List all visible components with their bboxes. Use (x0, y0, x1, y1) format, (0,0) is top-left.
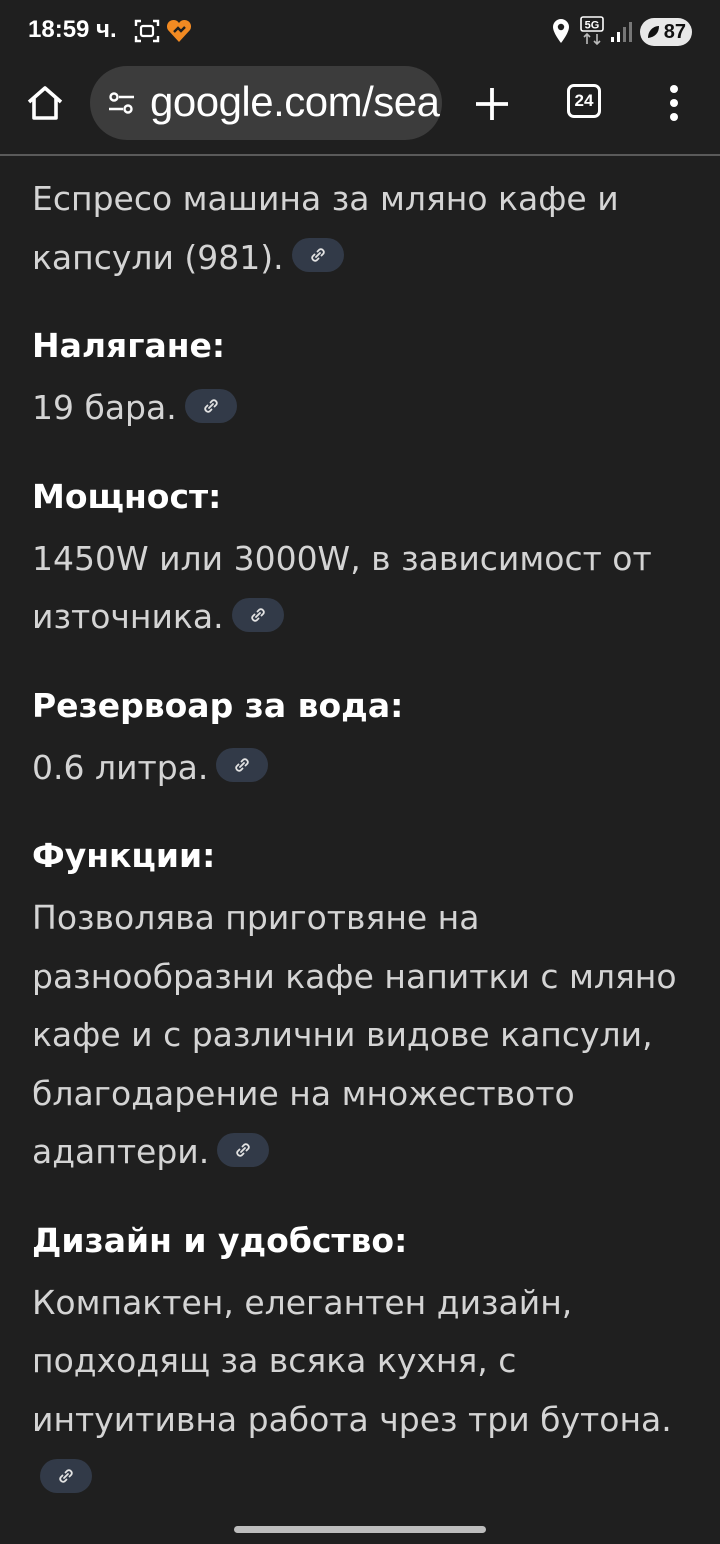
svg-text:5G: 5G (585, 20, 600, 32)
signal-icon (610, 22, 632, 48)
link-icon (310, 248, 325, 262)
section-heading-pressure: Налягане: (32, 326, 226, 365)
url-text[interactable]: google.com/search (150, 78, 442, 126)
section-text-power: 1450W или 3000W, в зависимост от източни… (32, 530, 692, 647)
link-icon (59, 1468, 73, 1483)
section-text-water-tank: 0.6 литра. (32, 739, 692, 798)
source-link-button[interactable] (231, 597, 284, 632)
link-icon (204, 398, 218, 413)
section-text-functions: Позволява приготвяне на разнообразни каф… (32, 889, 692, 1182)
section-text-value: Компактен, елегантен дизайн, подходящ за… (32, 1282, 672, 1439)
battery-level: 87 (663, 20, 686, 43)
section-text-value: 0.6 литра. (32, 747, 209, 787)
more-menu-icon[interactable] (664, 82, 684, 124)
status-bar: 18:59 ч. 5G 87 (0, 0, 720, 64)
location-icon (551, 18, 571, 50)
battery-icon: 87 (640, 18, 692, 46)
new-tab-icon[interactable] (472, 84, 512, 124)
link-icon (235, 758, 250, 772)
section-text-pressure: 19 бара. (32, 379, 692, 438)
home-icon[interactable] (24, 82, 66, 124)
tab-count: 24 (574, 91, 594, 110)
section-text-value: 1450W или 3000W, в зависимост от източни… (32, 538, 652, 637)
network-5g-icon: 5G (580, 16, 606, 50)
source-link-button[interactable] (291, 238, 344, 272)
address-bar[interactable]: google.com/search (90, 66, 442, 140)
section-text-design: Компактен, елегантен дизайн, подходящ за… (32, 1274, 692, 1508)
intro-text: Еспресо машина за мляно кафе и капсули (… (32, 170, 692, 287)
source-link-button[interactable] (216, 748, 269, 782)
section-heading-design: Дизайн и удобство: (32, 1220, 408, 1260)
source-link-button[interactable] (40, 1458, 92, 1493)
link-icon (250, 607, 265, 622)
tabs-icon[interactable]: 24 (567, 84, 601, 118)
source-link-button[interactable] (184, 388, 237, 423)
status-time: 18:59 ч. (28, 16, 117, 43)
section-heading-functions: Функции: (32, 836, 216, 875)
section-heading-power: Мощност: (32, 476, 222, 516)
screenshot-icon (134, 18, 160, 48)
section-text-value: 19 бара. (32, 388, 177, 427)
link-icon (236, 1142, 250, 1157)
section-heading-water-tank: Резервоар за вода: (32, 685, 404, 725)
app-notification-icon (166, 18, 192, 48)
gesture-nav-bar[interactable] (234, 1526, 486, 1533)
browser-toolbar: google.com/search 24 (0, 64, 720, 156)
section-text-value: Позволява приготвяне на разнообразни каф… (32, 898, 677, 1171)
ai-answer-content: Еспресо машина за мляно кафе и капсули (… (32, 170, 692, 1508)
source-link-button[interactable] (217, 1132, 270, 1167)
site-settings-icon[interactable] (106, 88, 138, 122)
